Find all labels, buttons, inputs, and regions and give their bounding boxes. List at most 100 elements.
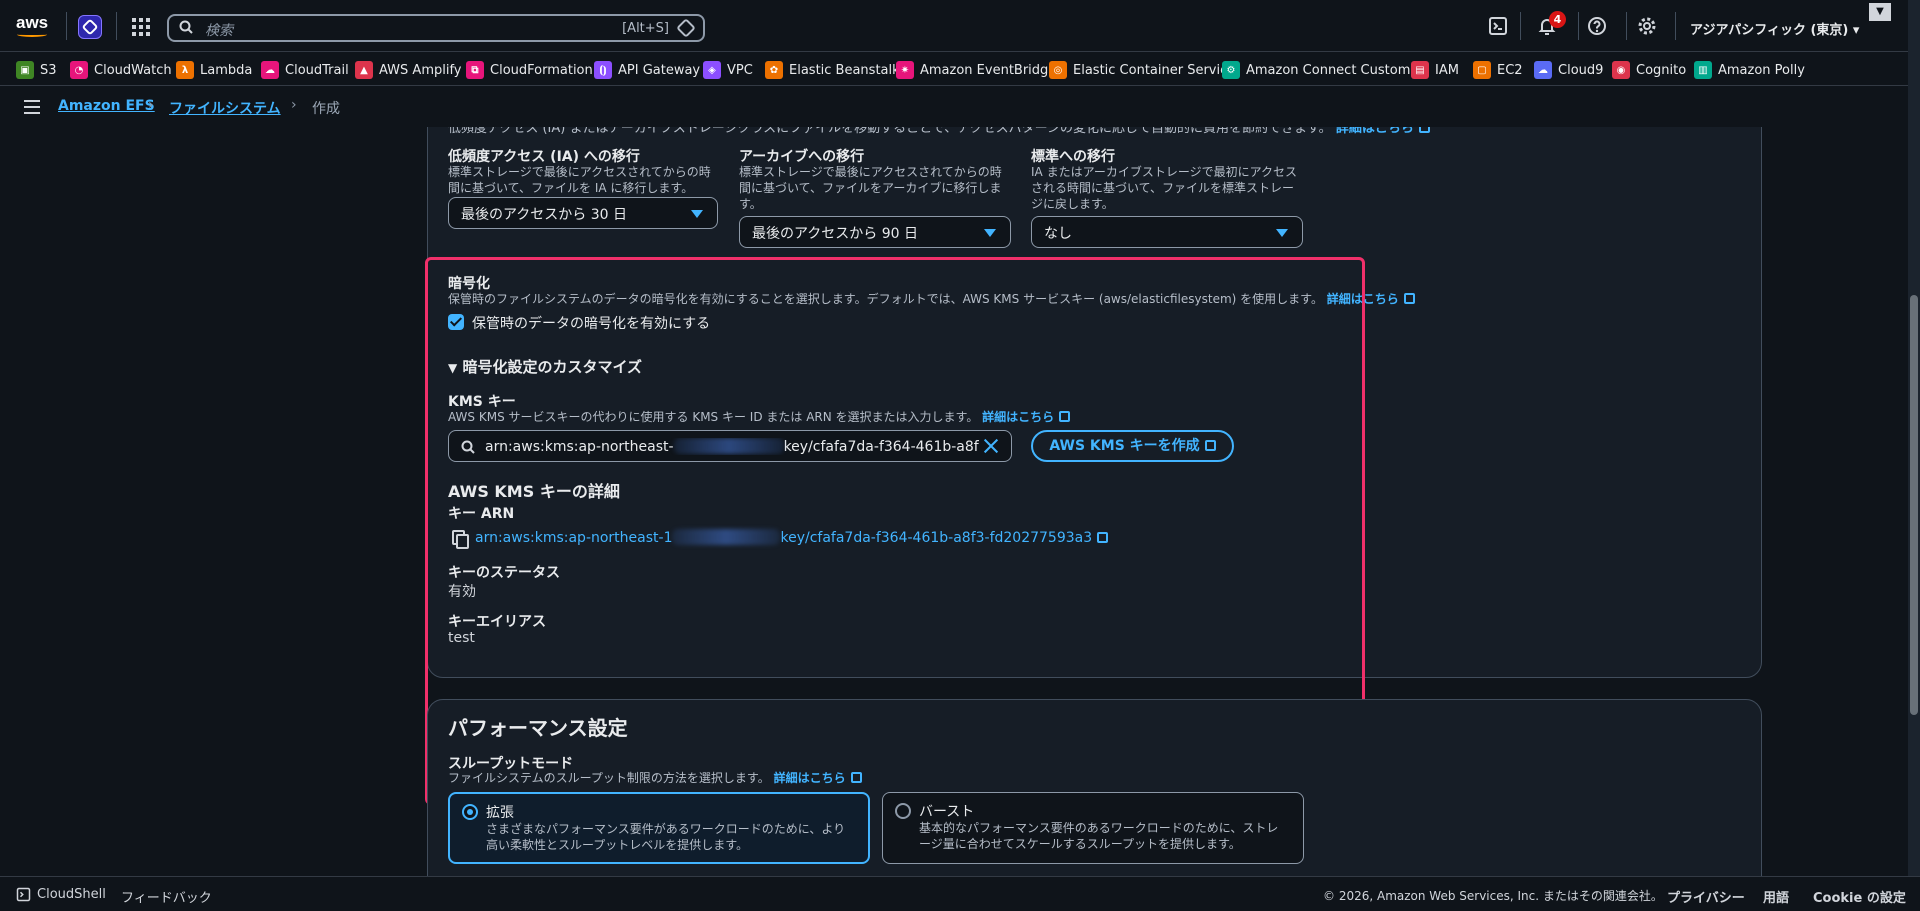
throughput-option-enhanced[interactable]: 拡張 さまざまなパフォーマンス要件があるワークロードのために、より高い柔軟性とス…: [448, 792, 870, 864]
caret-down-icon: ▾: [1852, 23, 1860, 38]
breadcrumb-amazon-efs[interactable]: Amazon EFS: [58, 98, 155, 114]
clear-icon[interactable]: [983, 438, 999, 454]
iam-icon: ▤: [1411, 61, 1429, 79]
favorite-label: CloudWatch: [94, 62, 172, 78]
help-icon[interactable]: [1587, 16, 1607, 36]
ec2-icon: ▢: [1473, 61, 1491, 79]
ia-transition-select[interactable]: 最後のアクセスから 30 日: [448, 197, 718, 229]
copy-icon[interactable]: [452, 530, 469, 549]
gear-icon[interactable]: [1637, 16, 1657, 36]
favorite-polly[interactable]: ▥ Amazon Polly: [1694, 61, 1805, 79]
radio-enhanced[interactable]: [462, 804, 478, 820]
performance-title: パフォーマンス設定: [448, 716, 628, 740]
menu-icon[interactable]: [24, 100, 40, 114]
api-gateway-icon: ⦗⦘: [594, 61, 612, 79]
favorite-cloudwatch[interactable]: ◔ CloudWatch: [70, 61, 172, 79]
aws-logo[interactable]: aws: [16, 14, 50, 38]
breadcrumb: Amazon EFS › ファイルシステム › 作成: [0, 87, 1920, 127]
ia-transition-value: 最後のアクセスから 30 日: [461, 207, 628, 223]
key-status-label: キーのステータス: [448, 565, 560, 581]
kms-value-suffix: key/cfafa7da-f364-461b-a8f3-fd20277593a3: [783, 439, 979, 455]
favorite-label: CloudFormation: [490, 62, 593, 78]
encryption-desc: 保管時のファイルシステムのデータの暗号化を有効にすることを選択します。デフォルト…: [448, 291, 1415, 307]
key-status-value: 有効: [448, 584, 476, 600]
option-bursting-title: バースト: [919, 804, 975, 820]
favorite-label: Cognito: [1636, 62, 1687, 78]
encryption-desc-text: 保管時のファイルシステムのデータの暗号化を有効にすることを選択します。デフォルト…: [448, 292, 1323, 306]
divider: [116, 12, 117, 40]
amazon-q-search-icon[interactable]: [676, 18, 696, 38]
favorite-lambda[interactable]: λ Lambda: [176, 61, 252, 79]
favorite-amplify[interactable]: ▲ AWS Amplify: [355, 61, 462, 79]
encryption-checkbox-label[interactable]: 保管時のデータの暗号化を有効にする: [472, 313, 710, 333]
favorite-s3[interactable]: ▣ S3: [16, 61, 57, 79]
favorite-label: S3: [40, 62, 57, 78]
radio-bursting[interactable]: [895, 803, 911, 819]
kms-value-prefix: arn:aws:kms:ap-northeast-: [485, 439, 674, 455]
footer-feedback-link[interactable]: フィードバック: [121, 887, 212, 906]
kms-key-desc-text: AWS KMS サービスキーの代わりに使用する KMS キー ID または AR…: [448, 410, 979, 424]
favorite-eventbridge[interactable]: ✷ Amazon EventBridge: [896, 61, 1056, 79]
kms-learn-more-link[interactable]: 詳細はこちら: [982, 410, 1054, 424]
search-icon: [179, 20, 193, 34]
key-arn-label: キー ARN: [448, 506, 515, 522]
encryption-title: 暗号化: [448, 276, 490, 292]
search-input[interactable]: 検索 [Alt+S]: [167, 14, 705, 42]
divider: [1520, 12, 1521, 40]
cloudwatch-icon: ◔: [70, 61, 88, 79]
search-shortcut: [Alt+S]: [622, 21, 669, 36]
external-link-icon: [1418, 127, 1430, 133]
archive-transition-select[interactable]: 最後のアクセスから 90 日: [739, 216, 1011, 248]
favorite-amazon-connect[interactable]: ⚙ Amazon Connect Customer: [1222, 61, 1424, 79]
services-menu-icon[interactable]: [132, 18, 150, 36]
cloudshell-icon[interactable]: [1488, 16, 1508, 36]
favorite-label: Elastic Beanstalk: [789, 62, 900, 78]
kms-details-title: AWS KMS キーの詳細: [448, 482, 620, 501]
collapse-nav-icon[interactable]: ▼: [1869, 3, 1891, 21]
throughput-option-bursting[interactable]: バースト 基本的なパフォーマンス要件のあるワークロードのために、ストレージ量に合…: [882, 792, 1304, 864]
ia-transition-label: 低頻度アクセス (IA) への移行: [448, 149, 640, 165]
favorite-elastic-beanstalk[interactable]: ✿ Elastic Beanstalk: [765, 61, 900, 79]
amazon-q-icon[interactable]: [78, 15, 102, 39]
throughput-mode-desc: ファイルシステムのスループット制限の方法を選択します。 詳細はこちら: [448, 770, 862, 786]
encryption-checkbox[interactable]: [448, 314, 464, 330]
favorite-api-gateway[interactable]: ⦗⦘ API Gateway: [594, 61, 700, 79]
notification-badge: 4: [1549, 11, 1566, 28]
footer-terms-link[interactable]: 用語: [1763, 887, 1789, 906]
lambda-icon: λ: [176, 61, 194, 79]
favorite-vpc[interactable]: ◈ VPC: [703, 61, 753, 79]
external-link-icon: [1097, 532, 1109, 543]
footer-cloudshell-link[interactable]: CloudShell: [37, 887, 106, 902]
region-selector[interactable]: アジアパシフィック (東京) ▾: [1690, 19, 1859, 38]
favorite-label: Lambda: [200, 62, 253, 78]
kms-key-label: KMS キー: [448, 394, 516, 410]
favorite-cloudtrail[interactable]: ☁ CloudTrail: [261, 61, 349, 79]
standard-transition-select[interactable]: なし: [1031, 216, 1303, 248]
favorite-ec2[interactable]: ▢ EC2: [1473, 61, 1523, 79]
create-kms-key-button[interactable]: AWS KMS キーを作成: [1031, 430, 1234, 462]
scrollbar-thumb[interactable]: [1910, 295, 1918, 715]
favorite-ecs[interactable]: ◎ Elastic Container Service: [1049, 61, 1235, 79]
throughput-learn-more-link[interactable]: 詳細はこちら: [774, 771, 846, 785]
favorite-cognito[interactable]: ◉ Cognito: [1612, 61, 1686, 79]
page-scrollbar[interactable]: [1908, 0, 1920, 876]
favorite-cloudformation[interactable]: ⧉ CloudFormation: [466, 61, 593, 79]
favorite-iam[interactable]: ▤ IAM: [1411, 61, 1459, 79]
beanstalk-icon: ✿: [765, 61, 783, 79]
favorite-label: CloudTrail: [285, 62, 349, 78]
archive-transition-desc: 標準ストレージで最後にアクセスされてからの時間に基づいて、ファイルをアーカイブに…: [739, 165, 1002, 211]
encryption-learn-more-link[interactable]: 詳細はこちら: [1327, 292, 1399, 306]
throughput-mode-desc-text: ファイルシステムのスループット制限の方法を選択します。: [448, 771, 770, 785]
footer-cookie-link[interactable]: Cookie の設定: [1813, 887, 1906, 906]
s3-icon: ▣: [16, 61, 34, 79]
lifecycle-learn-more-link[interactable]: 詳細はこちら: [1336, 127, 1414, 136]
favorite-cloud9[interactable]: ☁ Cloud9: [1534, 61, 1603, 79]
customize-encryption-toggle[interactable]: ▼ 暗号化設定のカスタマイズ: [448, 356, 642, 377]
breadcrumb-file-systems[interactable]: ファイルシステム: [169, 98, 281, 118]
kms-key-input[interactable]: arn:aws:kms:ap-northeast-key/cfafa7da-f3…: [448, 430, 1012, 462]
footer-privacy-link[interactable]: プライバシー: [1667, 887, 1745, 906]
archive-transition-label: アーカイブへの移行: [739, 149, 865, 165]
polly-icon: ▥: [1694, 61, 1712, 79]
footer: CloudShell フィードバック © 2026, Amazon Web Se…: [0, 876, 1920, 911]
key-arn-link[interactable]: arn:aws:kms:ap-northeast-1 key/cfafa7da-f…: [475, 529, 1109, 546]
